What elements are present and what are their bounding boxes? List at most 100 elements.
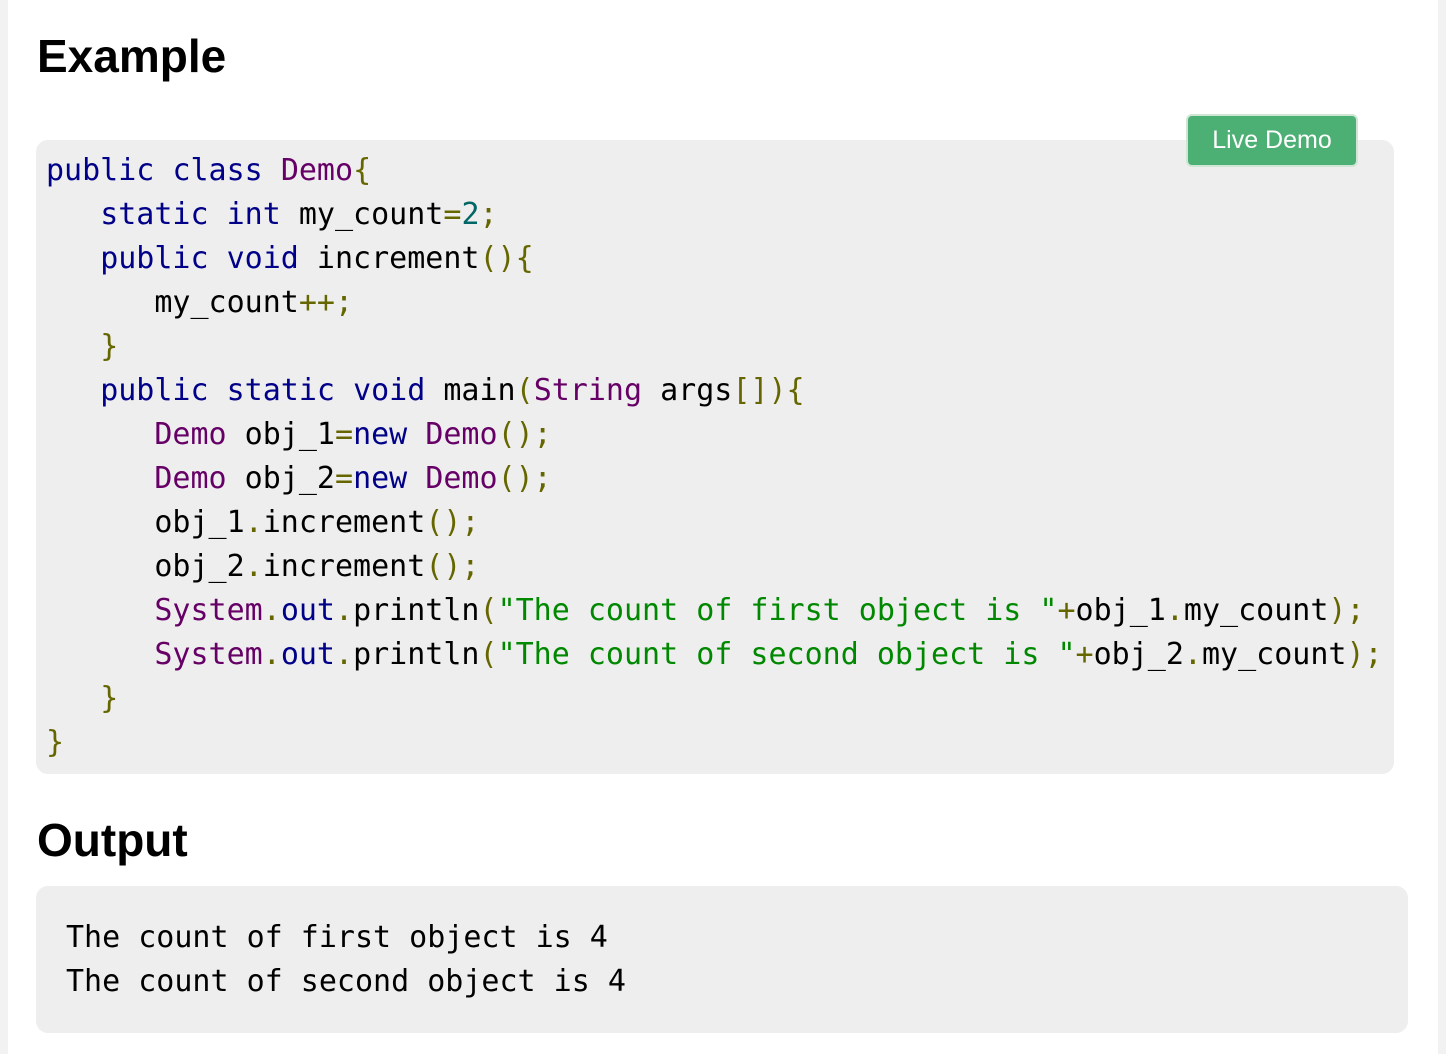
output-line: The count of first object is 4 [66, 920, 608, 955]
code-token: Demo [425, 461, 498, 496]
output-heading: Output [37, 814, 188, 866]
code-token: obj_2 [226, 461, 335, 496]
example-heading: Example [37, 30, 227, 82]
code-token: = [335, 461, 354, 496]
code-block: public class Demo{ static int my_count=2… [36, 140, 1394, 774]
code-token: . [1183, 637, 1202, 672]
code-token: my_count [280, 197, 444, 232]
code-line: obj_1.increment(); [46, 501, 1383, 545]
code-token: new [353, 461, 408, 496]
code-token: []){ [732, 373, 805, 408]
code-token: = [335, 417, 354, 452]
code-token: class [172, 153, 263, 188]
code-listing: public class Demo{ static int my_count=2… [46, 149, 1383, 765]
code-token: ); [1328, 593, 1365, 628]
code-token: int [226, 197, 281, 232]
code-token: String [533, 373, 643, 408]
code-token: "The count of first object is " [497, 593, 1058, 628]
code-line: obj_2.increment(); [46, 545, 1383, 589]
code-line: my_count++; [46, 281, 1383, 325]
code-token: System [154, 593, 263, 628]
code-line: } [46, 677, 1383, 721]
code-token: } [46, 725, 65, 760]
code-token: . [244, 505, 263, 540]
code-token: public [46, 153, 155, 188]
code-line: Demo obj_2=new Demo(); [46, 457, 1383, 501]
code-token: Demo [425, 417, 498, 452]
code-line: } [46, 325, 1383, 369]
code-token: (){ [479, 241, 534, 276]
code-token: ++; [298, 285, 354, 320]
code-token: out [280, 593, 335, 628]
code-token: void [353, 373, 426, 408]
code-token: . [262, 593, 281, 628]
code-line: public class Demo{ [46, 149, 1383, 193]
code-token: obj_1 [226, 417, 335, 452]
code-token: . [1165, 593, 1184, 628]
output-listing: The count of first object is 4 The count … [66, 916, 626, 1004]
code-token: Demo [280, 153, 354, 188]
code-line: public static void main(String args[]){ [46, 369, 1383, 413]
code-token: new [353, 417, 408, 452]
code-token: + [1057, 593, 1076, 628]
code-token: (); [425, 549, 480, 584]
code-token: obj_1 [1075, 593, 1166, 628]
code-token: main [425, 373, 516, 408]
code-token: obj_1 [46, 505, 245, 540]
code-token: . [335, 593, 354, 628]
code-token: System [154, 637, 263, 672]
code-token: increment [262, 505, 426, 540]
code-token: Demo [154, 417, 227, 452]
code-token: increment [298, 241, 480, 276]
code-token: (); [497, 461, 552, 496]
code-line: public void increment(){ [46, 237, 1383, 281]
code-token: ( [515, 373, 534, 408]
code-token: = [443, 197, 462, 232]
code-line: System.out.println("The count of first o… [46, 589, 1383, 633]
code-token: (); [425, 505, 480, 540]
output-block: The count of first object is 4 The count … [36, 886, 1408, 1033]
code-line: System.out.println("The count of second … [46, 633, 1383, 677]
code-token: (); [497, 417, 552, 452]
code-token: args [642, 373, 733, 408]
code-token: + [1075, 637, 1094, 672]
code-token: obj_2 [46, 549, 245, 584]
code-token: ; [479, 197, 498, 232]
code-token: void [226, 241, 299, 276]
code-token: 2 [461, 197, 480, 232]
code-token: my_count [1183, 593, 1329, 628]
code-line: static int my_count=2; [46, 193, 1383, 237]
code-token: "The count of second object is " [497, 637, 1076, 672]
code-token: } [100, 681, 119, 716]
code-line: Demo obj_1=new Demo(); [46, 413, 1383, 457]
code-line: } [46, 721, 1383, 765]
code-token: . [262, 637, 281, 672]
code-token: . [335, 637, 354, 672]
code-token: public [100, 241, 209, 276]
code-token: } [100, 329, 119, 364]
code-token: ); [1346, 637, 1383, 672]
code-token: increment [262, 549, 426, 584]
code-token: println [353, 637, 480, 672]
code-token: static [100, 197, 209, 232]
code-token: static [226, 373, 335, 408]
code-token: { [353, 153, 372, 188]
live-demo-button[interactable]: Live Demo [1186, 114, 1358, 167]
code-token: ( [479, 593, 498, 628]
